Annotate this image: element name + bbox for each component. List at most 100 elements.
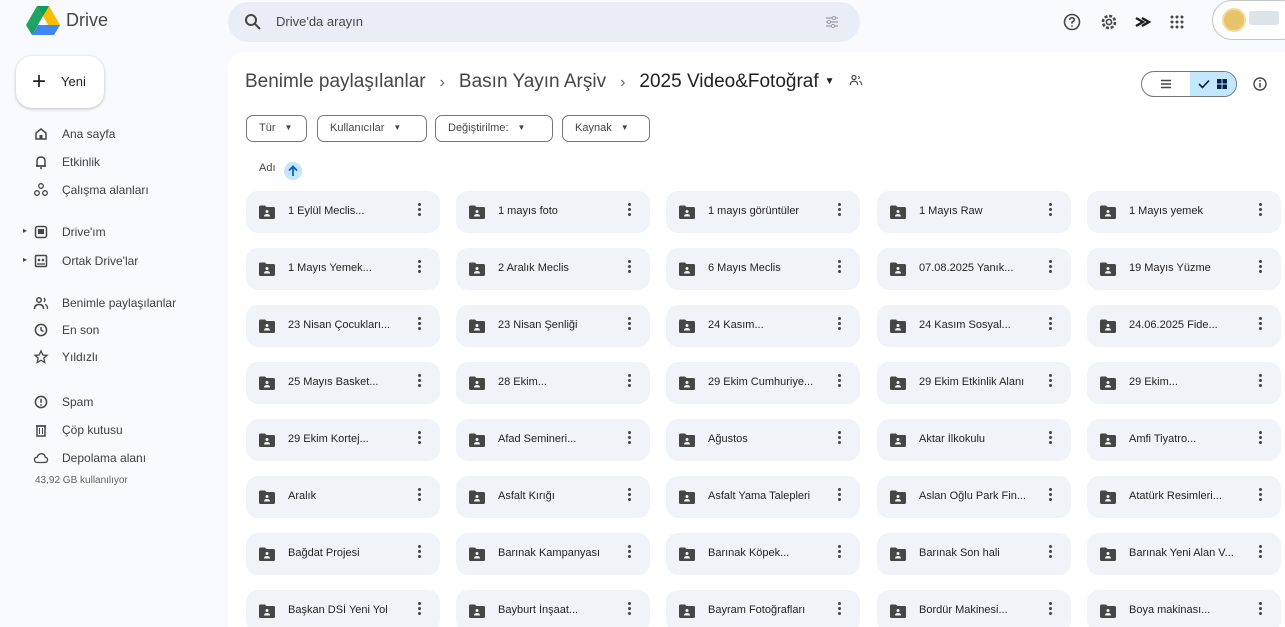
folder-item[interactable]: Aslan Oğlu Park Fin... (877, 476, 1071, 518)
folder-item[interactable]: Ağustos (666, 419, 860, 461)
folder-item[interactable]: 24.06.2025 Fide... (1087, 305, 1281, 347)
more-options-icon[interactable] (628, 317, 632, 333)
filter-type[interactable]: Tür ▼ (246, 115, 307, 142)
breadcrumb-item-current-folder[interactable]: 2025 Video&Fotoğraf (639, 71, 818, 92)
expand-arrow-icon[interactable]: ▸ (23, 226, 27, 235)
more-options-icon[interactable] (1049, 260, 1053, 276)
apps-grid-icon[interactable] (1166, 11, 1188, 33)
sidebar-item-activity[interactable]: Etkinlik (0, 151, 220, 173)
more-options-icon[interactable] (1259, 317, 1263, 333)
avatar[interactable] (1222, 8, 1246, 32)
more-options-icon[interactable] (1259, 602, 1263, 618)
folder-item[interactable]: 6 Mayıs Meclis (666, 248, 860, 290)
more-options-icon[interactable] (628, 488, 632, 504)
folder-item[interactable]: 29 Ekim Cumhuriye... (666, 362, 860, 404)
folder-item[interactable]: Aktar İlkokulu (877, 419, 1071, 461)
more-options-icon[interactable] (838, 545, 842, 561)
sidebar-item-shared-with-me[interactable]: Benimle paylaşılanlar (0, 292, 220, 314)
folder-item[interactable]: 29 Ekim... (1087, 362, 1281, 404)
folder-item[interactable]: 1 Eylül Meclis... (246, 191, 440, 233)
more-options-icon[interactable] (1259, 545, 1263, 561)
folder-item[interactable]: 1 Mayıs Raw (877, 191, 1071, 233)
more-options-icon[interactable] (418, 260, 422, 276)
search-options-icon[interactable] (824, 14, 840, 30)
folder-item[interactable]: 1 mayıs görüntüler (666, 191, 860, 233)
more-options-icon[interactable] (1049, 374, 1053, 390)
breadcrumb-item-archive[interactable]: Basın Yayın Arşiv (459, 71, 606, 92)
list-view-button[interactable] (1142, 72, 1189, 96)
grid-view-button[interactable] (1190, 72, 1236, 96)
more-options-icon[interactable] (1259, 431, 1263, 447)
folder-item[interactable]: Barınak Son hali (877, 533, 1071, 575)
folder-item[interactable]: Bordür Makinesi... (877, 590, 1071, 627)
more-options-icon[interactable] (628, 431, 632, 447)
folder-item[interactable]: 28 Ekim... (456, 362, 650, 404)
more-options-icon[interactable] (418, 431, 422, 447)
more-options-icon[interactable] (838, 602, 842, 618)
more-options-icon[interactable] (628, 545, 632, 561)
more-options-icon[interactable] (628, 602, 632, 618)
more-options-icon[interactable] (1259, 488, 1263, 504)
sidebar-item-shared-drives[interactable]: ▸ Ortak Drive'lar (0, 250, 220, 272)
folder-item[interactable]: Asfalt Yama Talepleri (666, 476, 860, 518)
filter-people[interactable]: Kullanıcılar ▼ (317, 115, 427, 142)
sidebar-item-workspaces[interactable]: Çalışma alanları (0, 179, 220, 201)
filter-source[interactable]: Kaynak ▼ (562, 115, 650, 142)
sort-by-name[interactable]: Adı (259, 162, 276, 174)
folder-item[interactable]: 24 Kasım... (666, 305, 860, 347)
expand-arrow-icon[interactable]: ▸ (23, 255, 27, 264)
folder-item[interactable]: Barınak Kampanyası (456, 533, 650, 575)
more-options-icon[interactable] (1049, 431, 1053, 447)
more-options-icon[interactable] (1049, 488, 1053, 504)
more-options-icon[interactable] (838, 374, 842, 390)
folder-item[interactable]: 2 Aralık Meclis (456, 248, 650, 290)
more-options-icon[interactable] (1259, 203, 1263, 219)
more-options-icon[interactable] (838, 260, 842, 276)
sidebar-item-starred[interactable]: Yıldızlı (0, 346, 220, 368)
folder-item[interactable]: 23 Nisan Çocukları... (246, 305, 440, 347)
filter-modified[interactable]: Değiştirilme: ▼ (435, 115, 553, 142)
folder-item[interactable]: 19 Mayıs Yüzme (1087, 248, 1281, 290)
more-options-icon[interactable] (1049, 203, 1053, 219)
drive-logo-icon[interactable] (26, 6, 60, 36)
arrow-up-icon[interactable] (284, 162, 302, 180)
sidebar-item-recent[interactable]: En son (0, 319, 220, 341)
more-options-icon[interactable] (628, 374, 632, 390)
more-options-icon[interactable] (418, 488, 422, 504)
more-options-icon[interactable] (838, 431, 842, 447)
folder-item[interactable]: Bağdat Projesi (246, 533, 440, 575)
folder-item[interactable]: Boya makinası... (1087, 590, 1281, 627)
folder-item[interactable]: 29 Ekim Kortej... (246, 419, 440, 461)
more-options-icon[interactable] (628, 203, 632, 219)
new-button[interactable]: + Yeni (16, 56, 104, 108)
search-input[interactable]: Drive'da arayın (276, 14, 363, 29)
folder-item[interactable]: 25 Mayıs Basket... (246, 362, 440, 404)
folder-item[interactable]: Aralık (246, 476, 440, 518)
settings-icon[interactable] (1098, 11, 1120, 33)
more-options-icon[interactable] (1259, 374, 1263, 390)
more-options-icon[interactable] (1049, 317, 1053, 333)
more-options-icon[interactable] (418, 545, 422, 561)
folder-item[interactable]: 1 Mayıs Yemek... (246, 248, 440, 290)
help-icon[interactable] (1061, 11, 1083, 33)
more-options-icon[interactable] (838, 203, 842, 219)
info-icon[interactable] (1252, 76, 1268, 92)
folder-item[interactable]: 1 Mayıs yemek (1087, 191, 1281, 233)
more-options-icon[interactable] (1049, 602, 1053, 618)
more-options-icon[interactable] (418, 374, 422, 390)
sidebar-item-home[interactable]: Ana sayfa (0, 123, 220, 145)
more-options-icon[interactable] (838, 317, 842, 333)
folder-item[interactable]: Atatürk Resimleri... (1087, 476, 1281, 518)
folder-item[interactable]: 07.08.2025 Yanık... (877, 248, 1071, 290)
folder-item[interactable]: Başkan DSİ Yeni Yol (246, 590, 440, 627)
folder-item[interactable]: 29 Ekim Etkinlik Alanı (877, 362, 1071, 404)
folder-item[interactable]: Barınak Yeni Alan V... (1087, 533, 1281, 575)
folder-item[interactable]: Asfalt Kırığı (456, 476, 650, 518)
sidebar-item-my-drive[interactable]: ▸ Drive'ım (0, 221, 220, 243)
folder-item[interactable]: 1 mayıs foto (456, 191, 650, 233)
more-options-icon[interactable] (1049, 545, 1053, 561)
more-options-icon[interactable] (418, 602, 422, 618)
folder-item[interactable]: Amfi Tiyatro... (1087, 419, 1281, 461)
folder-item[interactable]: Bayram Fotoğrafları (666, 590, 860, 627)
search-icon[interactable] (244, 13, 262, 31)
